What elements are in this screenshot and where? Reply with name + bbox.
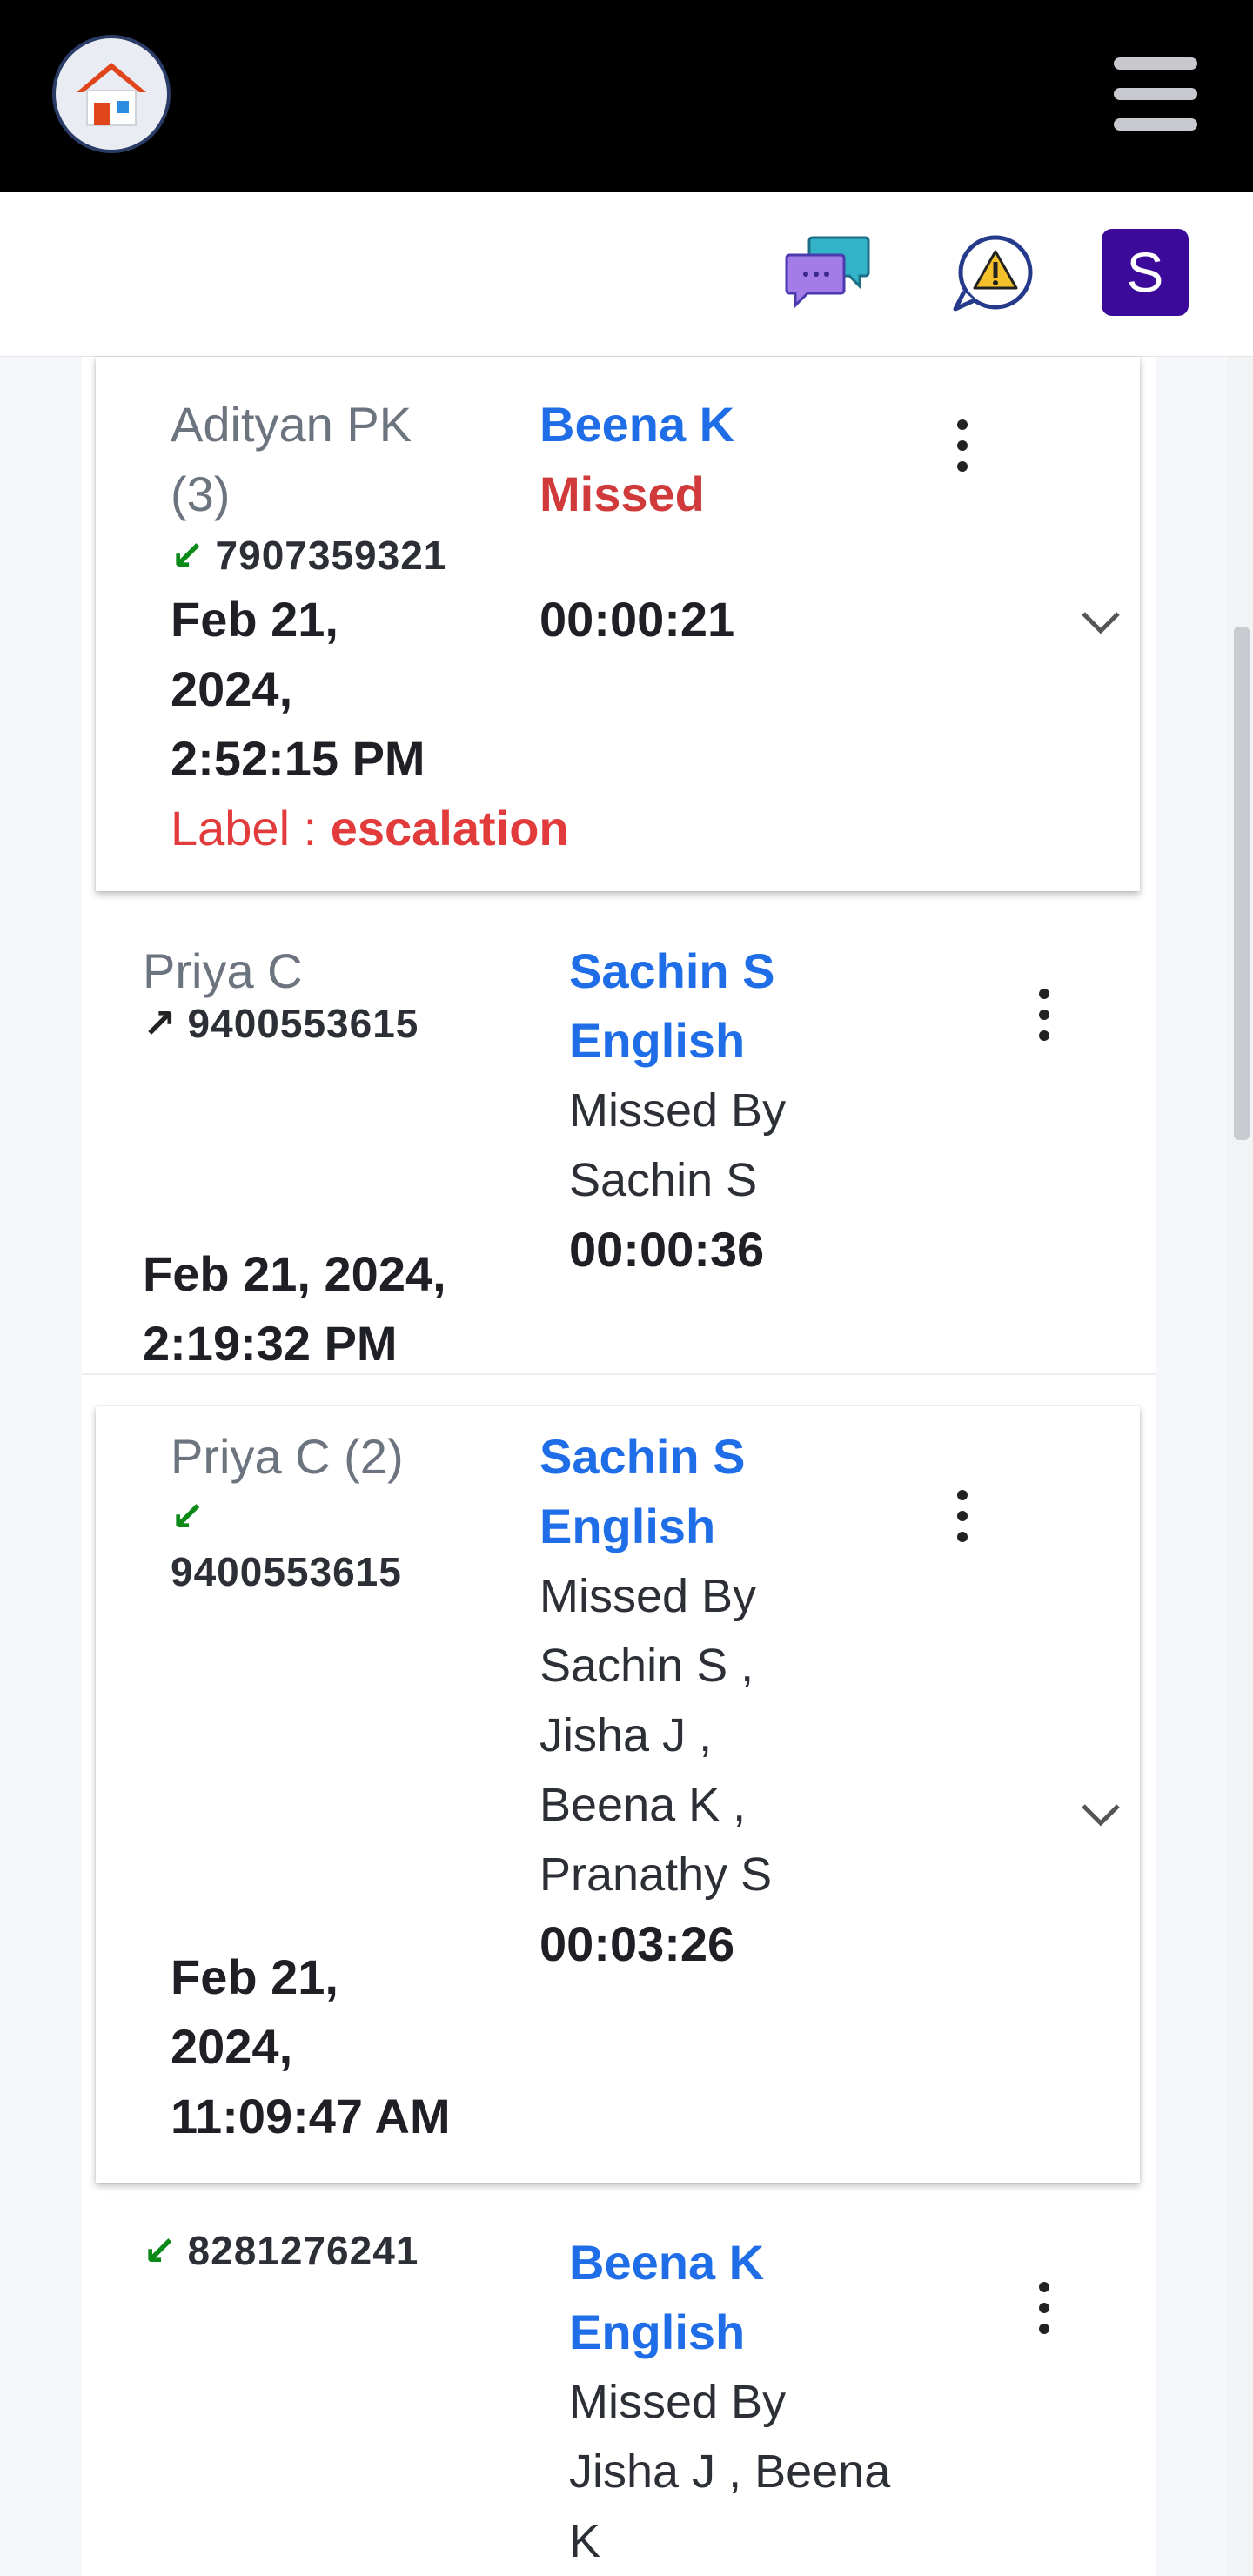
missed-by-names: Sachin S [569,1154,758,1206]
incoming-call-icon: ↙ [171,1493,205,1539]
call-duration: 00:00:21 [539,592,735,647]
call-card[interactable]: ↙ 8281276241 Beena K English Missed By Ji… [82,2207,1156,2576]
missed-by-names: Jisha J , Beena [569,2445,891,2498]
incoming-call-icon-row: ↙ [171,1490,216,1542]
call-date: Feb 21, [171,592,338,647]
missed-by-names: Sachin S , [539,1640,754,1692]
incoming-call-icon: ↙ [143,2228,178,2273]
call-time: 2:52:15 PM [171,731,425,786]
caller-name: Priya C (2) [171,1429,404,1484]
agent-name[interactable]: Sachin S [569,936,775,1006]
call-card[interactable]: Adityan PK (3) ↙ 7907359321 Feb 21, 2024,… [96,357,1140,891]
missed-by-names: K [569,2515,601,2567]
agent-name[interactable]: Beena K [539,390,734,460]
home-icon [77,63,146,126]
caller-number: 9400553615 [171,1549,402,1594]
chevron-down-icon[interactable] [1079,609,1122,635]
missed-by-names: Beena K , [539,1779,747,1831]
call-time: 11:09:47 AM [171,2089,451,2143]
top-app-bar [0,0,1253,192]
caller-number: ↙ 7907359321 [171,529,446,581]
outgoing-call-icon: ↗ [143,1001,178,1046]
call-time: 2:19:32 PM [143,1316,398,1371]
call-card[interactable]: Priya C (2) ↙ 9400553615 Feb 21, 2024, 1… [96,1406,1140,2183]
missed-by-names: Pranathy S [539,1848,773,1901]
more-options-icon[interactable] [945,419,980,472]
caller-name: Adityan PK [171,397,412,452]
chat-bubbles-icon[interactable] [781,229,872,319]
caller-name: Priya C [143,943,303,998]
missed-by-label: Missed By [569,1084,787,1137]
chevron-down-icon[interactable] [1079,1801,1122,1828]
hamburger-icon[interactable] [1114,57,1197,131]
call-language: English [539,1499,716,1553]
missed-by-label: Missed By [539,1570,757,1622]
caller-number: ↗ 9400553615 [143,997,419,1050]
call-date: Feb 21, [171,1949,338,2004]
more-options-icon[interactable] [945,1490,980,1542]
call-label: Label : escalation [171,801,569,855]
incoming-call-icon: ↙ [171,533,205,578]
scrollbar-thumb[interactable] [1234,627,1250,1140]
call-duration: 00:03:26 [539,1916,735,1971]
call-duration: 00:00:36 [569,1222,765,1277]
missed-by-label: Missed By [569,2376,787,2428]
call-language: English [569,2304,746,2359]
missed-by-names: Jisha J , [539,1709,713,1761]
warning-bubble-icon[interactable] [948,229,1039,319]
call-status: Missed [539,466,705,521]
caller-number: ↙ 8281276241 [143,2224,419,2277]
call-card[interactable]: Priya C ↗ 9400553615 Feb 21, 2024, 2:19:3… [82,914,1156,1375]
call-date: 2024, [171,661,293,716]
call-language: English [569,1013,746,1068]
home-button[interactable] [52,35,171,153]
agent-name[interactable]: Sachin S [539,1422,746,1492]
caller-count: (3) [171,466,231,521]
call-date: 2024, [171,2019,293,2074]
more-options-icon[interactable] [1027,989,1062,1041]
call-date: Feb 21, 2024, [143,1246,446,1301]
user-avatar[interactable]: S [1102,229,1189,316]
agent-name[interactable]: Beena K [569,2228,764,2298]
more-options-icon[interactable] [1027,2282,1062,2334]
action-bar: S [0,192,1253,358]
